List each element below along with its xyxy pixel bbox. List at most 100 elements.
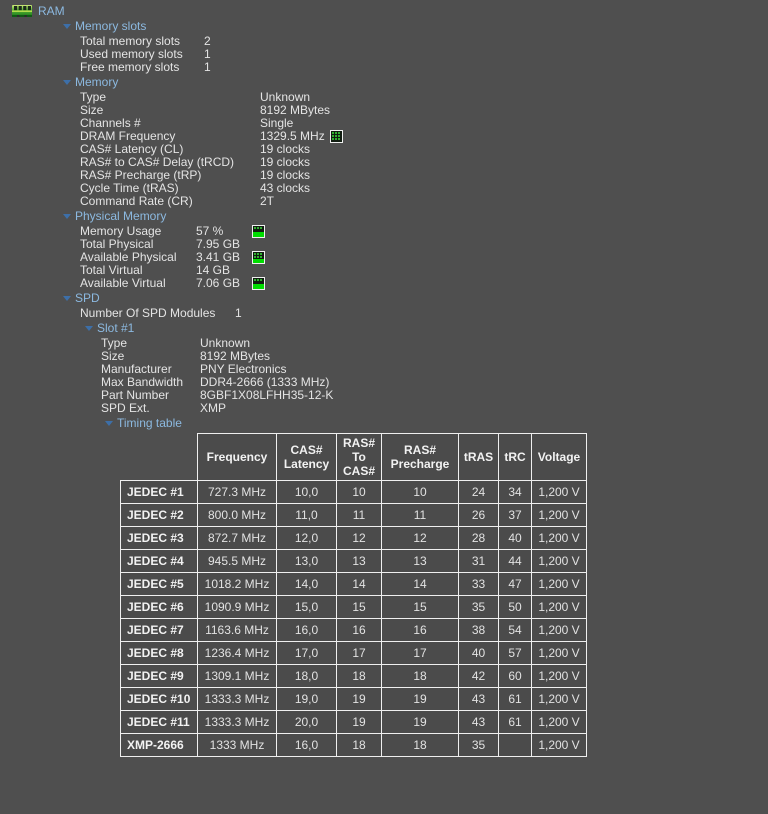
timing-row: JEDEC #51018.2 MHz14,0141433471,200 V (121, 573, 587, 596)
timing-cell: 1,200 V (532, 504, 587, 527)
collapse-arrow-icon[interactable] (63, 214, 71, 219)
timing-cell: 17,0 (277, 642, 337, 665)
timing-cell: 50 (499, 596, 532, 619)
timing-cell: 18 (337, 665, 382, 688)
timing-col-header: tRAS (459, 434, 499, 481)
timing-col-header: CAS# Latency (277, 434, 337, 481)
row-label: Number Of SPD Modules (80, 307, 215, 320)
row-label: Command Rate (CR) (80, 195, 193, 208)
timing-cell: 1,200 V (532, 734, 587, 757)
timing-row-label: JEDEC #4 (121, 550, 198, 573)
timing-cell: 18 (382, 665, 459, 688)
timing-cell: 19 (337, 711, 382, 734)
row-label: Available Virtual (80, 277, 166, 290)
tree-row: Number Of SPD Modules1 (0, 307, 768, 320)
timing-cell: 15 (337, 596, 382, 619)
dram-frequency-history-icon[interactable] (330, 130, 343, 143)
section-label: Memory (75, 76, 118, 89)
timing-cell: 1163.6 MHz (198, 619, 277, 642)
ram-root-node[interactable]: RAM (0, 3, 768, 18)
memory-usage-history-icon[interactable] (252, 225, 265, 238)
section-label: SPD (75, 292, 100, 305)
tree-row: Command Rate (CR) 2T (0, 195, 768, 208)
section-header-slot-1[interactable]: Slot #1 (0, 322, 768, 335)
timing-cell: 13 (337, 550, 382, 573)
section-label: Timing table (117, 417, 182, 430)
tree-row: Available Virtual 7.06 GB (0, 277, 768, 290)
available-physical-history-icon[interactable] (252, 251, 265, 264)
timing-cell: 1,200 V (532, 481, 587, 504)
timing-row-label: JEDEC #8 (121, 642, 198, 665)
timing-cell: 35 (459, 596, 499, 619)
timing-row-label: JEDEC #3 (121, 527, 198, 550)
timing-cell: 18,0 (277, 665, 337, 688)
timing-cell: 18 (337, 734, 382, 757)
timing-col-header: tRC (499, 434, 532, 481)
timing-row: JEDEC #4945.5 MHz13,0131331441,200 V (121, 550, 587, 573)
timing-cell: 47 (499, 573, 532, 596)
timing-row-label: JEDEC #2 (121, 504, 198, 527)
tree-row: SPD Ext. XMP (0, 402, 768, 415)
tree-row: TypeUnknown (0, 91, 768, 104)
section-header-timing-table[interactable]: Timing table (0, 417, 768, 430)
collapse-arrow-icon[interactable] (63, 24, 71, 29)
timing-row: JEDEC #91309.1 MHz18,0181842601,200 V (121, 665, 587, 688)
timing-cell: 40 (459, 642, 499, 665)
timing-col-header: RAS# Precharge (382, 434, 459, 481)
timing-cell: 13,0 (277, 550, 337, 573)
timing-cell: 12 (382, 527, 459, 550)
collapse-arrow-icon[interactable] (105, 421, 113, 426)
timing-cell: 44 (499, 550, 532, 573)
timing-cell: 1309.1 MHz (198, 665, 277, 688)
timing-cell: 28 (459, 527, 499, 550)
timing-row: JEDEC #3872.7 MHz12,0121228401,200 V (121, 527, 587, 550)
timing-table: FrequencyCAS# LatencyRAS# To CAS#RAS# Pr… (120, 433, 587, 757)
timing-row: JEDEC #61090.9 MHz15,0151535501,200 V (121, 596, 587, 619)
timing-cell: 1,200 V (532, 665, 587, 688)
timing-cell: 16,0 (277, 619, 337, 642)
collapse-arrow-icon[interactable] (63, 80, 71, 85)
timing-cell: 12,0 (277, 527, 337, 550)
timing-cell: 19,0 (277, 688, 337, 711)
timing-cell: 1333.3 MHz (198, 711, 277, 734)
timing-corner-cell (121, 434, 198, 481)
timing-cell: 1,200 V (532, 527, 587, 550)
timing-cell: 19 (382, 688, 459, 711)
timing-cell: 61 (499, 711, 532, 734)
section-header-physical-memory[interactable]: Physical Memory (0, 210, 768, 223)
timing-cell: 727.3 MHz (198, 481, 277, 504)
timing-cell: 10 (337, 481, 382, 504)
timing-cell: 15 (382, 596, 459, 619)
timing-cell: 1,200 V (532, 688, 587, 711)
timing-cell: 1,200 V (532, 596, 587, 619)
row-value: 7.06 GB (196, 277, 240, 290)
timing-cell: 1,200 V (532, 619, 587, 642)
section-header-memory[interactable]: Memory (0, 76, 768, 89)
timing-cell: 19 (337, 688, 382, 711)
row-value: XMP (200, 402, 226, 415)
collapse-arrow-icon[interactable] (63, 296, 71, 301)
timing-row-label: JEDEC #11 (121, 711, 198, 734)
timing-cell: 57 (499, 642, 532, 665)
timing-cell: 42 (459, 665, 499, 688)
timing-cell: 17 (337, 642, 382, 665)
timing-cell: 11 (382, 504, 459, 527)
row-label: SPD Ext. (101, 402, 150, 415)
section-header-spd[interactable]: SPD (0, 292, 768, 305)
collapse-arrow-icon[interactable] (85, 326, 93, 331)
section-label: Memory slots (75, 20, 146, 33)
timing-cell: 1,200 V (532, 573, 587, 596)
timing-cell: 16 (382, 619, 459, 642)
timing-cell: 14 (382, 573, 459, 596)
timing-cell: 14,0 (277, 573, 337, 596)
available-virtual-history-icon[interactable] (252, 277, 265, 290)
row-value: 2T (260, 195, 274, 208)
timing-col-header: Voltage (532, 434, 587, 481)
timing-cell: 11 (337, 504, 382, 527)
timing-cell: 35 (459, 734, 499, 757)
timing-cell: 33 (459, 573, 499, 596)
timing-cell: 19 (382, 711, 459, 734)
timing-cell: 18 (382, 734, 459, 757)
section-header-memory-slots[interactable]: Memory slots (0, 20, 768, 33)
timing-cell (499, 734, 532, 757)
